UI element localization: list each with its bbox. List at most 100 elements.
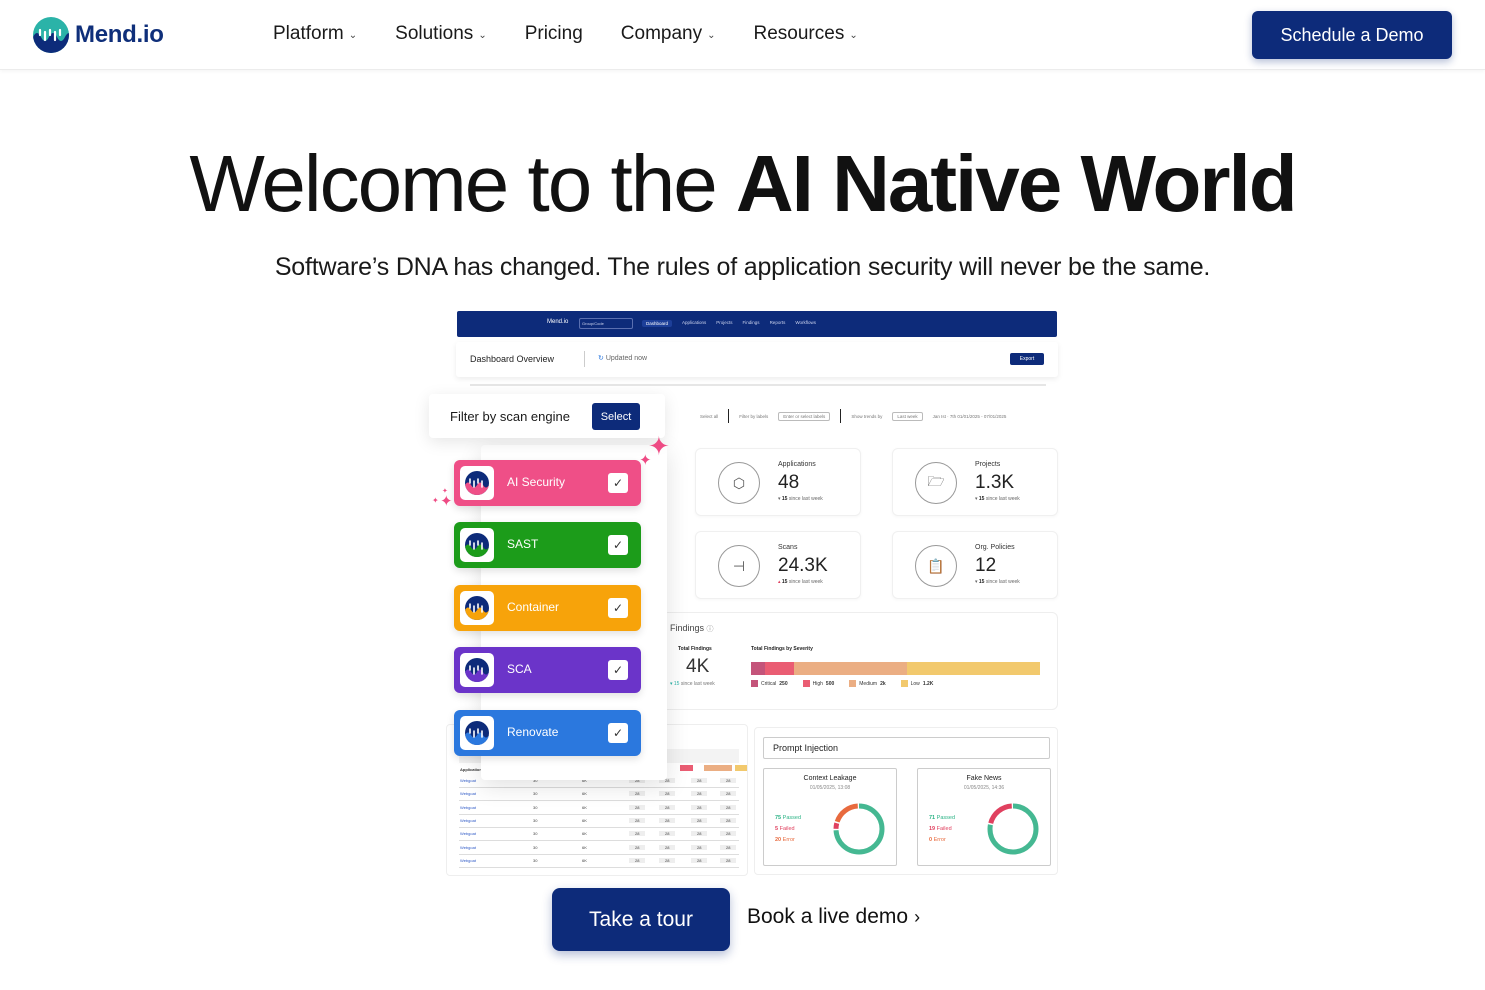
book-live-demo-link[interactable]: Book a live demo ›: [747, 905, 920, 929]
engine-label: AI Security: [507, 475, 566, 489]
table-cell: Webgoat: [460, 804, 476, 810]
header-swatch: [735, 765, 747, 771]
engine-ai-security[interactable]: AI Security ✓: [454, 460, 641, 506]
table-cell: 6K: [582, 844, 587, 850]
engine-container[interactable]: Container ✓: [454, 585, 641, 631]
table-cell: 28: [629, 791, 646, 797]
passed-label: Passed: [782, 815, 802, 821]
fake-news-card: Fake News 01/05/2025, 14:36 71 Passed 19…: [917, 768, 1051, 866]
card-title: Context Leakage: [803, 775, 857, 782]
refresh-icon: ↻: [598, 355, 606, 362]
table-cell: 28: [720, 804, 737, 810]
table-cell: 28: [659, 844, 676, 850]
stat-label: Scans: [778, 544, 798, 551]
checkbox-checked-icon[interactable]: ✓: [608, 723, 628, 743]
engine-sca[interactable]: SCA ✓: [454, 647, 641, 693]
main-menu: Platform ⌄ Solutions ⌄ Pricing Company ⌄…: [273, 23, 896, 45]
stat-card-applications: ⬡ Applications 48 ▾ 15 since last week: [695, 448, 861, 516]
table-cell: 28: [629, 831, 646, 837]
stat-change-text: since last week: [985, 496, 1020, 502]
table-row: Webgoat 30 6K 28 28 28 28: [459, 788, 739, 802]
total-findings-label: Total Findings: [678, 646, 712, 652]
chevron-down-icon: ⌄: [707, 29, 716, 41]
legend-label: Medium: [859, 680, 878, 687]
dashboard-title: Dashboard Overview: [470, 354, 555, 364]
findings-card: Findings ⓘ Total Findings 4K ▾ 15 since …: [660, 612, 1058, 710]
take-tour-button[interactable]: Take a tour: [552, 888, 730, 951]
stat-change-value: 15: [978, 496, 985, 502]
sparkle-icon: ✦: [442, 488, 448, 495]
select-button[interactable]: Select: [592, 403, 640, 430]
passed-value: 75: [775, 815, 782, 821]
filter-by-labels: Filter by labels: [739, 413, 769, 419]
legend-label: Critical: [761, 680, 777, 687]
nav-item-solutions[interactable]: Solutions ⌄: [395, 23, 487, 45]
stat-label: Applications: [778, 461, 816, 468]
commit-icon: ⊣: [718, 545, 760, 587]
logo[interactable]: Mend.io: [33, 17, 164, 53]
chevron-down-icon: ⌄: [849, 29, 858, 41]
error-row: 0 Error: [929, 837, 946, 843]
table-cell: 30: [533, 831, 538, 837]
table-row: Webgoat 30 6K 28 28 28 28: [459, 802, 739, 815]
mend-logo-icon: [460, 528, 494, 562]
show-trends-by: Show trends by: [851, 413, 883, 419]
schedule-demo-button[interactable]: Schedule a Demo: [1252, 11, 1452, 59]
table-row: Webgoat 30 6K 28 28 28 28: [459, 828, 739, 842]
passed-value: 71: [929, 815, 936, 821]
dashboard-header: Dashboard Overview ↻ Updated now Export: [456, 342, 1058, 377]
stat-change-text: since last week: [985, 579, 1020, 585]
table-cell: 28: [629, 804, 646, 810]
checkbox-checked-icon[interactable]: ✓: [608, 535, 628, 555]
nav-item-resources[interactable]: Resources ⌄: [754, 23, 858, 45]
dashboard-nav-item: Workflows: [795, 320, 816, 325]
legend-medium: Medium 2k: [849, 680, 886, 687]
table-cell: 30: [533, 791, 538, 797]
divider: [840, 409, 842, 423]
stat-card-org-policies: 📋 Org. Policies 12 ▾ 15 since last week: [892, 531, 1058, 599]
updated-status: ↻ Updated now: [598, 354, 647, 362]
nav-item-pricing[interactable]: Pricing: [525, 23, 583, 45]
hero-title-bold: AI Native World: [735, 139, 1298, 228]
dashboard-nav-item: Findings: [742, 320, 760, 325]
table-cell: Webgoat: [460, 857, 476, 863]
nav-item-company[interactable]: Company ⌄: [621, 23, 716, 45]
checkbox-checked-icon[interactable]: ✓: [608, 598, 628, 618]
table-cell: 28: [691, 817, 708, 823]
error-value: 20: [775, 837, 782, 843]
top-nav: Mend.io Platform ⌄ Solutions ⌄ Pricing C…: [0, 0, 1485, 70]
stat-change: ▴ 15 since last week: [778, 579, 823, 585]
card-title: Fake News: [966, 775, 1002, 782]
engine-renovate[interactable]: Renovate ✓: [454, 710, 641, 756]
export-button: Export: [1010, 353, 1044, 365]
table-cell: Webgoat: [460, 791, 476, 797]
dashboard-filters: Select all Filter by labels Enter or sel…: [700, 409, 1006, 423]
error-row: 20 Error: [775, 837, 795, 843]
mend-logo-icon: [460, 716, 494, 750]
table-cell: 6K: [582, 831, 587, 837]
legend-value: 500: [825, 680, 835, 687]
stat-value: 48: [778, 472, 800, 493]
nav-item-platform[interactable]: Platform ⌄: [273, 23, 357, 45]
table-cell: 28: [691, 778, 708, 783]
stat-change: ▾ 15 since last week: [975, 579, 1020, 585]
checkbox-checked-icon[interactable]: ✓: [608, 660, 628, 680]
table-cell: 28: [659, 831, 676, 837]
checkbox-checked-icon[interactable]: ✓: [608, 473, 628, 493]
table-cell: 28: [659, 817, 676, 823]
stat-label: Projects: [975, 461, 1001, 468]
table-cell: 28: [720, 844, 737, 850]
header-swatch: [680, 765, 693, 771]
table-cell: 30: [533, 804, 538, 810]
stat-change-value: 15: [781, 579, 788, 585]
failed-value: 5: [775, 826, 779, 832]
stat-value: 1.3K: [975, 472, 1015, 493]
stat-change-text: since last week: [788, 579, 823, 585]
date-range: Jan Ist · 7th 01/01/2025 - 07/01/2025: [932, 413, 1007, 419]
failed-row: 5 Failed: [775, 826, 795, 832]
engine-label: SCA: [507, 662, 532, 676]
clipboard-icon: 📋: [915, 545, 957, 587]
severity-segment-medium: [794, 662, 908, 675]
table-cell: 30: [533, 844, 538, 850]
engine-sast[interactable]: SAST ✓: [454, 522, 641, 568]
